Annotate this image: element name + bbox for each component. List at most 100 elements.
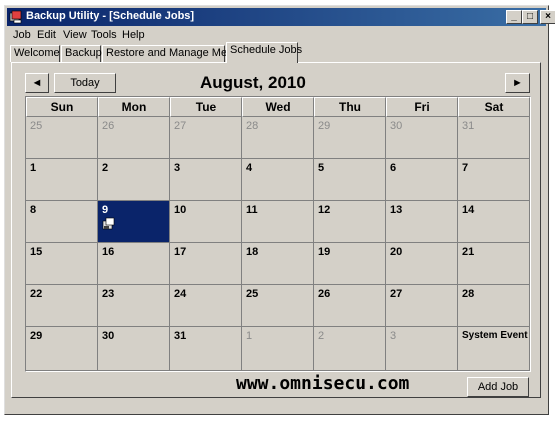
menu-view[interactable]: View (63, 29, 87, 41)
calendar-day-cell[interactable]: 30 (98, 327, 170, 371)
calendar-day-cell[interactable]: 15 (26, 243, 98, 285)
calendar-day-cell[interactable]: 1 (26, 159, 98, 201)
day-number: 27 (174, 120, 187, 132)
calendar-day-cell[interactable]: 3 (170, 159, 242, 201)
day-number: 26 (102, 120, 115, 132)
title-bar[interactable]: Backup Utility - [Schedule Jobs] _ □ × (7, 8, 555, 26)
day-number: 13 (390, 204, 403, 216)
calendar-day-cell[interactable]: 29 (314, 117, 386, 159)
weekday-header-wed: Wed (242, 97, 314, 117)
prev-month-button[interactable]: ◄ (25, 73, 49, 93)
day-number: 26 (318, 288, 331, 300)
day-number: 23 (102, 288, 115, 300)
calendar-day-cell[interactable]: 22 (26, 285, 98, 327)
calendar-body: Sun Mon Tue Wed Thu Fri Sat 25 26 27 28 29 30 31 1 2 3 4 5… (26, 97, 530, 371)
day-number: 31 (462, 120, 475, 132)
day-number: 17 (174, 246, 187, 258)
day-number: 15 (30, 246, 43, 258)
day-number: 12 (318, 204, 331, 216)
calendar-day-cell[interactable]: 2 (98, 159, 170, 201)
calendar-day-cell[interactable]: 8 (26, 201, 98, 243)
calendar-day-cell[interactable]: 4 (242, 159, 314, 201)
calendar-day-cell[interactable]: 26 (98, 117, 170, 159)
day-number: 19 (318, 246, 331, 258)
day-number: 31 (174, 330, 187, 342)
day-number: 21 (462, 246, 475, 258)
calendar-day-cell[interactable]: 20 (386, 243, 458, 285)
watermark-text: www.omnisecu.com (236, 373, 410, 394)
day-number: 28 (246, 120, 259, 132)
next-month-button[interactable]: ► (505, 73, 530, 93)
weekday-header-sun: Sun (26, 97, 98, 117)
calendar-day-cell[interactable]: 31 (458, 117, 530, 159)
arrow-right-icon: ► (512, 77, 523, 89)
calendar-day-cell[interactable]: 31 (170, 327, 242, 371)
day-number: 10 (174, 204, 187, 216)
minimize-button[interactable]: _ (506, 10, 522, 24)
calendar-day-cell[interactable]: 10 (170, 201, 242, 243)
tab-restore-manage-media[interactable]: Restore and Manage Media (102, 45, 242, 62)
calendar-day-cell[interactable]: 27 (386, 285, 458, 327)
calendar-day-cell[interactable]: 11 (242, 201, 314, 243)
day-number: 3 (390, 330, 397, 342)
day-number: 1 (30, 162, 37, 174)
weekday-header-fri: Fri (386, 97, 458, 117)
calendar-day-cell[interactable]: 6 (386, 159, 458, 201)
calendar-day-cell[interactable]: 2 (314, 327, 386, 371)
day-number: 16 (102, 246, 115, 258)
calendar-day-cell[interactable]: 9 (98, 201, 170, 243)
calendar-day-cell[interactable]: 16 (98, 243, 170, 285)
calendar-day-cell[interactable]: 14 (458, 201, 530, 243)
day-number: 2 (318, 330, 325, 342)
calendar-day-cell[interactable]: 29 (26, 327, 98, 371)
day-number: 8 (30, 204, 37, 216)
menu-job[interactable]: Job (13, 29, 31, 41)
menu-edit[interactable]: Edit (37, 29, 56, 41)
calendar-day-cell[interactable]: 13 (386, 201, 458, 243)
calendar-day-cell[interactable]: 5 (314, 159, 386, 201)
backup-app-icon (9, 10, 22, 24)
add-job-button[interactable]: Add Job (467, 377, 529, 397)
day-number: 25 (30, 120, 43, 132)
today-button[interactable]: Today (54, 73, 116, 93)
day-number: 29 (318, 120, 331, 132)
calendar-day-cell[interactable]: 28 (458, 285, 530, 327)
tab-backup[interactable]: Backup (61, 45, 102, 62)
calendar-day-cell[interactable]: 18 (242, 243, 314, 285)
calendar-day-cell[interactable]: 19 (314, 243, 386, 285)
scheduled-job-icon[interactable] (102, 217, 116, 231)
day-number: 24 (174, 288, 187, 300)
calendar-day-cell[interactable]: 17 (170, 243, 242, 285)
calendar-day-cell[interactable]: 23 (98, 285, 170, 327)
calendar-day-cell[interactable]: 21 (458, 243, 530, 285)
day-number: 18 (246, 246, 259, 258)
calendar-day-cell[interactable]: 12 (314, 201, 386, 243)
day-number: 2 (102, 162, 109, 174)
calendar-day-cell[interactable]: System Event (458, 327, 530, 371)
system-event-label[interactable]: System Event (462, 330, 528, 341)
month-title: August, 2010 (200, 73, 306, 92)
calendar-day-cell[interactable]: 27 (170, 117, 242, 159)
day-number: 6 (390, 162, 397, 174)
menu-help[interactable]: Help (122, 29, 145, 41)
day-number: 11 (246, 204, 258, 216)
calendar-day-cell[interactable]: 24 (170, 285, 242, 327)
calendar-day-cell[interactable]: 3 (386, 327, 458, 371)
calendar-day-cell[interactable]: 7 (458, 159, 530, 201)
calendar-day-cell[interactable]: 26 (314, 285, 386, 327)
close-button[interactable]: × (540, 10, 555, 24)
day-number: 29 (30, 330, 43, 342)
day-number: 22 (30, 288, 43, 300)
menu-tools[interactable]: Tools (91, 29, 117, 41)
calendar-day-cell[interactable]: 30 (386, 117, 458, 159)
calendar-day-cell[interactable]: 1 (242, 327, 314, 371)
tab-welcome[interactable]: Welcome (10, 45, 60, 62)
calendar-day-cell[interactable]: 25 (242, 285, 314, 327)
arrow-left-icon: ◄ (31, 77, 43, 89)
tab-schedule-jobs[interactable]: Schedule Jobs (226, 42, 302, 63)
calendar-day-cell[interactable]: 28 (242, 117, 314, 159)
maximize-button[interactable]: □ (522, 10, 538, 24)
calendar-day-cell[interactable]: 25 (26, 117, 98, 159)
day-number: 25 (246, 288, 259, 300)
day-number: 30 (102, 330, 115, 342)
